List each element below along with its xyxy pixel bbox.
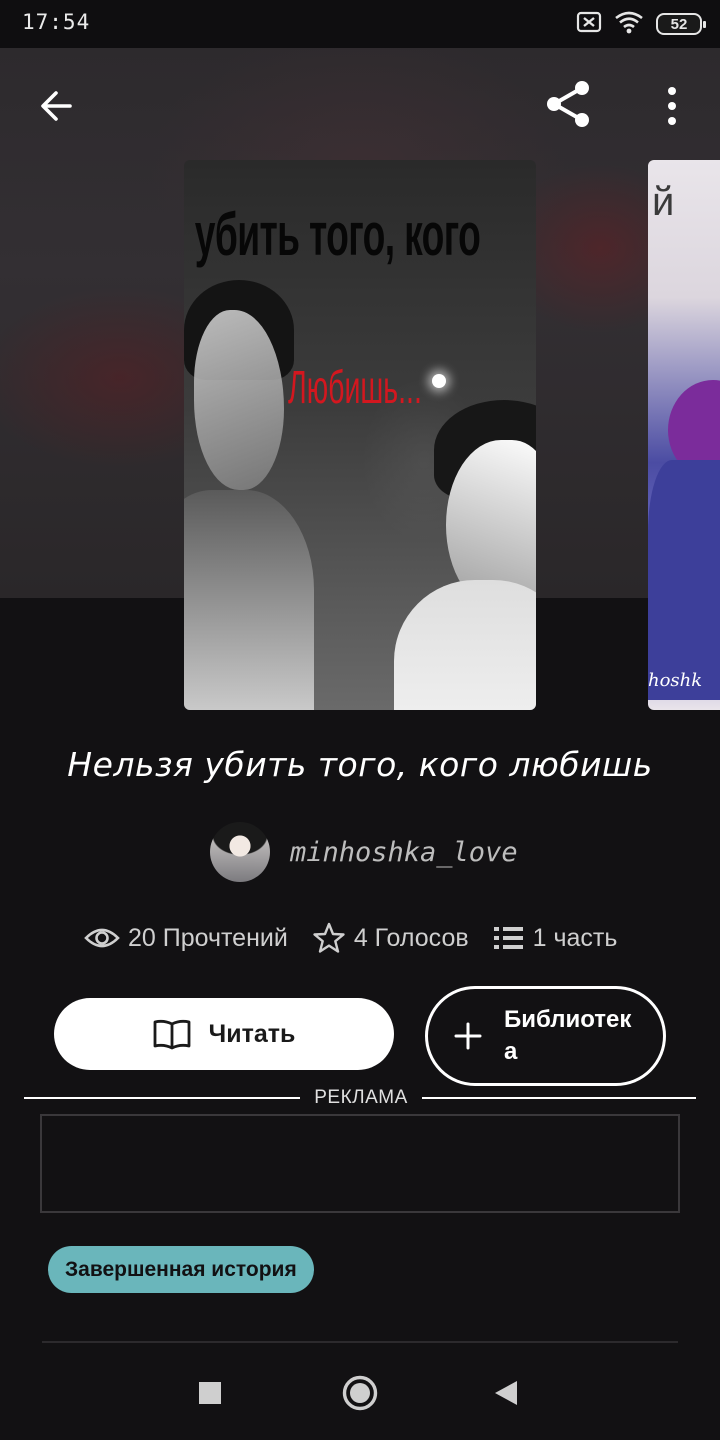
read-button-label: Читать xyxy=(208,1019,296,1048)
circle-icon xyxy=(342,1375,378,1411)
wifi-icon xyxy=(614,10,644,38)
author-avatar[interactable] xyxy=(210,822,270,882)
plus-icon xyxy=(454,1022,482,1050)
share-button[interactable] xyxy=(536,74,600,134)
ad-divider-right xyxy=(422,1097,696,1099)
status-time: 17:54 xyxy=(22,10,91,34)
parts-count: 1 часть xyxy=(532,923,618,952)
status-icons: 52 xyxy=(576,10,706,38)
square-icon xyxy=(199,1382,221,1404)
reads-count: 20 Прочтений xyxy=(128,923,288,952)
more-options-button[interactable] xyxy=(648,78,696,134)
cover-figure-left-body xyxy=(184,490,314,710)
ad-container[interactable] xyxy=(40,1114,680,1213)
system-navigation-bar xyxy=(0,1344,720,1440)
next-cover-top-text: й xyxy=(652,180,675,224)
ad-label: РЕКЛАМА xyxy=(314,1087,408,1108)
battery-icon: 52 xyxy=(656,13,706,35)
list-icon xyxy=(493,927,523,949)
ad-divider-left xyxy=(24,1097,300,1099)
status-bar: 17:54 52 xyxy=(0,0,720,48)
cover-light-spot xyxy=(432,374,446,388)
read-button[interactable]: Читать xyxy=(54,998,394,1070)
book-cover[interactable]: я убить того, кого Любишь... xyxy=(184,160,536,710)
reads-stat: 20 Прочтений xyxy=(84,924,288,953)
battery-level: 52 xyxy=(670,15,688,33)
votes-stat: 4 Голосов xyxy=(312,921,469,955)
story-title: Нельзя убить того, кого любишь xyxy=(67,745,653,784)
parts-stat: 1 часть xyxy=(493,923,618,953)
share-icon xyxy=(547,81,589,127)
section-divider xyxy=(42,1341,678,1343)
next-cover-signature: hoshk xyxy=(648,670,703,691)
cover-title-text: я убить того, кого xyxy=(184,201,481,268)
story-stats: 20 Прочтений 4 Голосов 1 часть xyxy=(84,915,641,961)
votes-count: 4 Голосов xyxy=(353,923,469,952)
triangle-back-icon xyxy=(495,1381,517,1405)
star-icon xyxy=(313,922,345,953)
cover-accent-text: Любишь... xyxy=(288,361,422,413)
sim-blocked-icon xyxy=(576,11,602,37)
more-vertical-icon xyxy=(668,87,676,125)
book-open-icon xyxy=(153,1019,191,1050)
cover-figure-right-body xyxy=(394,580,536,710)
library-button-label: Библиотека xyxy=(504,1006,632,1065)
completed-story-badge[interactable]: Завершенная история xyxy=(48,1246,314,1293)
add-to-library-button[interactable]: Библиотека xyxy=(425,986,666,1086)
author-name[interactable]: minhoshka_love xyxy=(290,837,518,868)
back-button[interactable] xyxy=(26,78,86,134)
next-cover-figure-shirt xyxy=(648,460,720,700)
next-book-cover[interactable]: й hoshk xyxy=(648,160,720,710)
eye-icon xyxy=(84,928,120,948)
back-nav-button[interactable] xyxy=(476,1366,536,1420)
back-arrow-icon xyxy=(41,91,72,121)
top-app-bar xyxy=(0,48,720,160)
author-link[interactable]: minhoshka_love xyxy=(210,822,518,882)
home-button[interactable] xyxy=(330,1366,390,1420)
recents-button[interactable] xyxy=(180,1366,240,1420)
